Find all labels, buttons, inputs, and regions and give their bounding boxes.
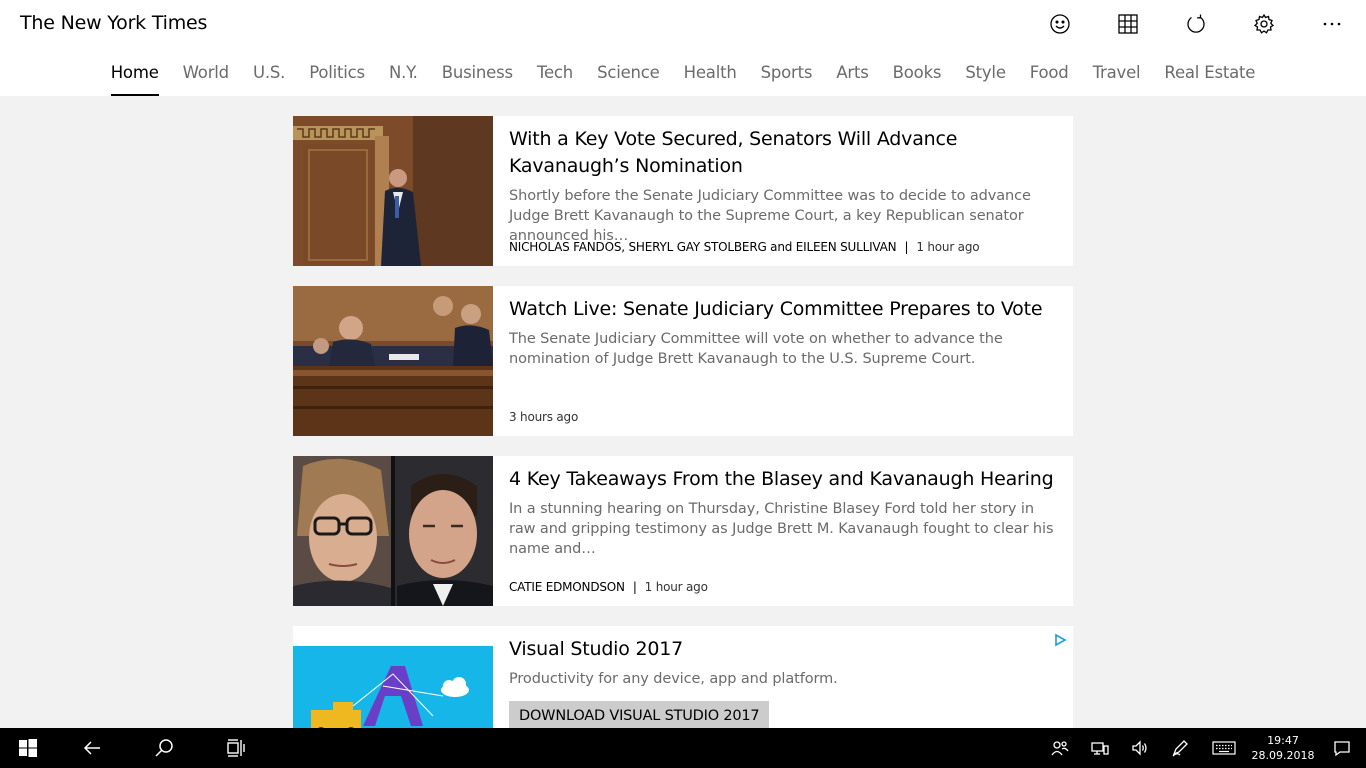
article-card[interactable]: 4 Key Takeaways From the Blasey and Kava… [293,456,1073,606]
app-title: The New York Times [20,12,208,34]
nav-item-politics[interactable]: Politics [309,50,365,96]
system-clock[interactable]: 19:47 28.09.2018 [1248,733,1318,763]
grid-icon[interactable] [1094,0,1162,48]
nav-item-us[interactable]: U.S. [253,50,285,96]
nav-item-style[interactable]: Style [965,50,1006,96]
nav-item-food[interactable]: Food [1030,50,1069,96]
article-summary: Shortly before the Senate Judiciary Comm… [509,188,1031,244]
meta-separator: | [632,580,637,594]
settings-gear-icon[interactable] [1230,0,1298,48]
article-thumbnail [293,456,493,606]
article-byline: NICHOLAS FANDOS, SHERYL GAY STOLBERG and… [509,240,897,254]
article-card[interactable]: With a Key Vote Secured, Senators Will A… [293,116,1073,266]
people-icon[interactable] [1040,728,1080,768]
header-toolbar [1026,0,1366,48]
nav-item-real-estate[interactable]: Real Estate [1164,50,1255,96]
network-icon[interactable] [1080,728,1120,768]
nav-item-world[interactable]: World [183,50,229,96]
nav-item-ny[interactable]: N.Y. [389,50,418,96]
refresh-icon[interactable] [1162,0,1230,48]
clock-time: 19:47 [1267,734,1299,747]
volume-icon[interactable] [1120,728,1160,768]
nav-item-tech[interactable]: Tech [537,50,573,96]
article-thumbnail [293,116,493,266]
nav-item-business[interactable]: Business [442,50,513,96]
article-time: 1 hour ago [916,240,980,254]
nav-item-arts[interactable]: Arts [836,50,869,96]
article-meta: CATIE EDMONDSON | 1 hour ago [509,580,708,594]
back-arrow-icon[interactable] [56,728,128,768]
touch-keyboard-icon[interactable] [1200,728,1248,768]
windows-start-icon[interactable] [0,728,56,768]
pen-workspace-icon[interactable] [1160,728,1200,768]
article-thumbnail [293,286,493,436]
article-meta: NICHOLAS FANDOS, SHERYL GAY STOLBERG and… [509,240,980,254]
ad-thumbnail [293,646,493,738]
ad-card[interactable]: Visual Studio 2017 Productivity for any … [293,626,1073,738]
article-feed: With a Key Vote Secured, Senators Will A… [293,116,1073,738]
clock-date: 28.09.2018 [1251,749,1315,762]
nav-item-sports[interactable]: Sports [761,50,813,96]
article-time: 1 hour ago [644,580,708,594]
article-time: 3 hours ago [509,410,579,424]
article-card[interactable]: Watch Live: Senate Judiciary Committee P… [293,286,1073,436]
meta-separator: | [904,240,909,254]
nav-item-books[interactable]: Books [893,50,942,96]
nav-item-home[interactable]: Home [110,50,159,96]
nav-item-travel[interactable]: Travel [1093,50,1141,96]
action-center-icon[interactable] [1318,728,1366,768]
nav-item-science[interactable]: Science [597,50,660,96]
download-visual-studio-button[interactable]: DOWNLOAD VISUAL STUDIO 2017 [509,701,770,731]
article-summary: In a stunning hearing on Thursday, Chris… [509,501,1054,557]
article-headline[interactable]: Watch Live: Senate Judiciary Committee P… [509,296,1057,323]
section-nav: Home World U.S. Politics N.Y. Business T… [0,50,1366,96]
taskbar: 19:47 28.09.2018 [0,728,1366,768]
article-byline: CATIE EDMONDSON [509,580,625,594]
smiley-icon[interactable] [1026,0,1094,48]
app-header: The New York Times Home World U.S. Polit… [0,0,1366,96]
article-headline[interactable]: With a Key Vote Secured, Senators Will A… [509,126,1057,180]
ad-tagline: Productivity for any device, app and pla… [509,671,838,687]
article-headline[interactable]: 4 Key Takeaways From the Blasey and Kava… [509,466,1057,493]
ad-title[interactable]: Visual Studio 2017 [509,636,1057,663]
article-summary: The Senate Judiciary Committee will vote… [509,331,1003,367]
article-meta: 3 hours ago [509,410,578,424]
task-view-icon[interactable] [200,728,272,768]
search-icon[interactable] [128,728,200,768]
nav-item-health[interactable]: Health [684,50,737,96]
more-options-icon[interactable] [1298,0,1366,48]
